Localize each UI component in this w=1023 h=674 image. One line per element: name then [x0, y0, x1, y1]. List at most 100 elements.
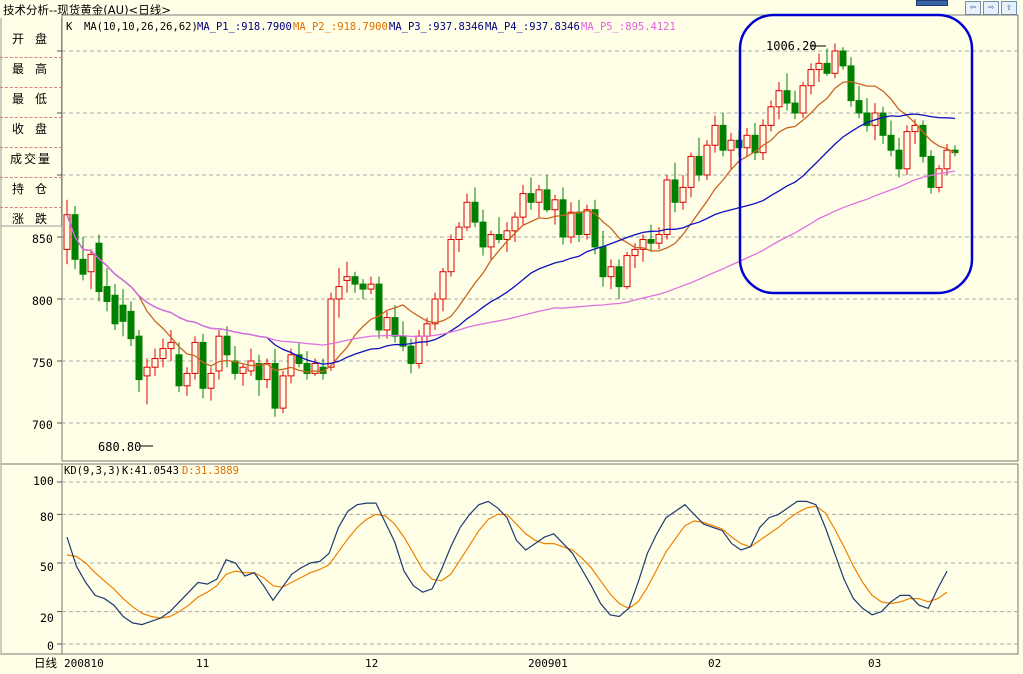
candle-down: [559, 199, 567, 238]
moving-average-lines: [66, 80, 956, 373]
highlight-ellipse: [738, 13, 974, 295]
candle-up: [239, 366, 247, 374]
candle-up: [343, 276, 351, 281]
candle-up: [383, 317, 391, 331]
candle-down: [719, 124, 727, 151]
candle-up: [455, 226, 463, 240]
ma-62-line: [66, 170, 956, 346]
high-marker-label: 1006.20: [766, 39, 817, 53]
x-label-11: 11: [196, 657, 209, 670]
candle-down: [615, 266, 623, 288]
candle-up: [423, 323, 431, 337]
candle-up: [679, 186, 687, 203]
candle-up: [487, 234, 495, 248]
candle-up: [279, 375, 287, 409]
candle-down: [887, 134, 895, 151]
candle-up: [759, 124, 767, 154]
candle-up: [447, 238, 455, 273]
candle-down: [895, 149, 903, 170]
candle-down: [847, 65, 855, 102]
kd-panel-border: [0, 463, 1019, 655]
candle-down: [407, 345, 415, 364]
kd-tick-0: 0: [47, 639, 54, 653]
candle-down: [135, 335, 143, 381]
candle-up: [815, 62, 823, 71]
candle-down: [103, 286, 111, 302]
candle-up: [439, 271, 447, 300]
y-tick-850: 850: [32, 232, 53, 246]
candle-up: [327, 298, 335, 368]
candle-down: [575, 211, 583, 236]
candle-down: [199, 341, 207, 389]
candle-up: [943, 149, 951, 170]
candle-down: [359, 283, 367, 290]
axis-labels: 850 800 750 700 100 80 50 20 0 日线 200810…: [32, 232, 881, 670]
candle-up: [775, 90, 783, 108]
candle-up: [743, 134, 751, 149]
kd-tick-20: 20: [40, 611, 54, 625]
candle-down: [79, 258, 87, 275]
candle-down: [223, 335, 231, 356]
x-label-200901: 200901: [528, 657, 568, 670]
candle-down: [839, 50, 847, 67]
x-label-02: 02: [708, 657, 721, 670]
candle-up: [207, 372, 215, 389]
candle-up: [567, 211, 575, 238]
candle-down: [543, 189, 551, 211]
candle-up: [631, 248, 639, 257]
candle-up: [727, 139, 735, 151]
candle-down: [111, 294, 119, 325]
candle-down: [119, 304, 127, 322]
kd-tick-80: 80: [40, 510, 54, 524]
candle-up: [583, 209, 591, 236]
candle-down: [927, 155, 935, 188]
y-tick-750: 750: [32, 356, 53, 370]
candle-down: [671, 179, 679, 203]
candle-down: [527, 193, 535, 203]
candle-down: [695, 155, 703, 176]
kd-tick-50: 50: [40, 560, 54, 574]
candle-up: [167, 341, 175, 350]
candle-down: [175, 354, 183, 387]
candle-up: [511, 216, 519, 232]
candle-down: [823, 62, 831, 74]
technical-analysis-window: 技术分析--现货黄金(AU)<日线> ⇦ ⇨ ⇧ 开盘 最高 最低 收盘 成交量…: [0, 0, 1023, 674]
candle-up: [767, 106, 775, 126]
candle-down: [127, 310, 135, 340]
candle-down: [351, 276, 359, 285]
candle-up: [87, 253, 95, 273]
candle-up: [367, 283, 375, 290]
price-panel-border: [61, 14, 1019, 462]
candle-up: [415, 335, 423, 364]
candle-up: [703, 144, 711, 176]
candle-up: [687, 155, 695, 188]
candle-up: [807, 69, 815, 87]
candle-up: [463, 201, 471, 228]
kd-d-line: [66, 505, 948, 619]
candle-up: [831, 50, 839, 74]
candle-up: [623, 255, 631, 288]
candle-down: [95, 242, 103, 293]
candle-up: [911, 124, 919, 133]
stock-chart[interactable]: 850 800 750 700 100 80 50 20 0 日线 200810…: [0, 0, 1023, 674]
candle-down: [599, 246, 607, 278]
candle-up: [935, 168, 943, 188]
candle-up: [607, 266, 615, 278]
candle-up: [431, 298, 439, 325]
candle-up: [535, 189, 543, 203]
candle-up: [711, 124, 719, 146]
ma-26-line: [66, 113, 956, 365]
candle-up: [663, 179, 671, 236]
low-marker-label: 680.80: [98, 440, 141, 454]
x-label-200810: 200810: [64, 657, 104, 670]
candle-down: [255, 362, 263, 381]
candle-down: [783, 90, 791, 104]
candle-down: [791, 102, 799, 114]
kd-tick-100: 100: [33, 474, 54, 488]
candle-up: [503, 230, 511, 240]
candle-down: [391, 317, 399, 337]
y-tick-700: 700: [32, 418, 53, 432]
candle-up: [143, 366, 151, 377]
ma-10-line: [66, 80, 956, 373]
candle-up: [519, 193, 527, 218]
